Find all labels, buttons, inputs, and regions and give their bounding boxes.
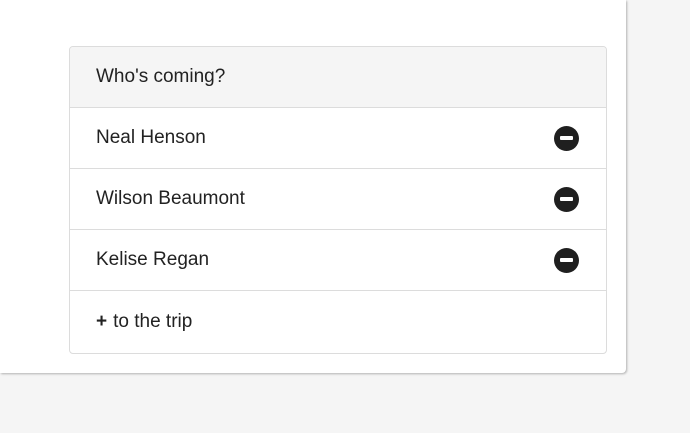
panel-title: Who's coming?: [96, 66, 226, 87]
remove-circle-icon[interactable]: [554, 186, 579, 212]
guest-list-panel: Who's coming? Neal Henson Wilson Beaumon…: [69, 46, 607, 354]
guest-row-neal-henson: Neal Henson: [70, 108, 606, 169]
remove-circle-icon[interactable]: [554, 247, 579, 273]
guest-name: Neal Henson: [96, 127, 206, 148]
guest-row-wilson-beaumont: Wilson Beaumont: [70, 169, 606, 230]
plus-icon: +: [96, 310, 108, 332]
guest-name: Wilson Beaumont: [96, 188, 245, 209]
page-card: Who's coming? Neal Henson Wilson Beaumon…: [0, 0, 626, 373]
add-to-trip-label: to the trip: [113, 310, 193, 332]
remove-circle-icon[interactable]: [554, 125, 579, 151]
add-to-trip-button[interactable]: + to the trip: [70, 291, 606, 352]
guest-name: Kelise Regan: [96, 249, 210, 270]
panel-header: Who's coming?: [70, 47, 606, 108]
guest-row-kelise-regan: Kelise Regan: [70, 230, 606, 291]
